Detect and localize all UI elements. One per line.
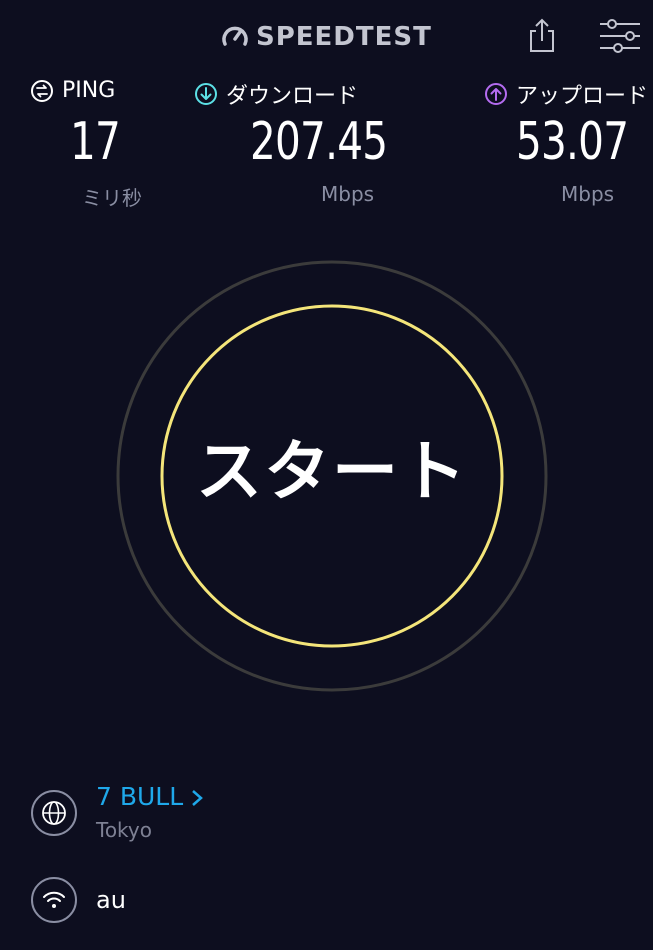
ping-header: PING (30, 78, 190, 103)
download-arrow-icon (195, 83, 217, 105)
start-button[interactable]: スタート (160, 418, 504, 514)
header: SPEEDTEST (0, 0, 653, 72)
ping-label: PING (62, 78, 116, 103)
logo-text: SPEEDTEST (256, 22, 432, 52)
download-metric: ダウンロード 207.45 Mbps (194, 78, 394, 206)
server-selector[interactable]: 7 BULL Tokyo (30, 782, 630, 846)
provider-info: au (30, 876, 630, 926)
globe-icon (31, 790, 77, 836)
ping-unit: ミリ秒 (82, 186, 142, 210)
ping-metric: PING 17 ミリ秒 (30, 78, 190, 210)
speedtest-app: SPEEDTEST PING 17 ミリ秒 ダウンロード 207.45 Mbps… (0, 0, 653, 950)
download-header: ダウンロード (194, 78, 394, 110)
settings-sliders-icon (600, 19, 640, 53)
download-unit: Mbps (321, 182, 375, 206)
share-icon (530, 18, 554, 52)
server-city: Tokyo (96, 818, 152, 842)
chevron-right-icon (192, 790, 204, 806)
download-value: 207.45 (250, 112, 388, 172)
provider-name: au (96, 886, 126, 914)
upload-value: 53.07 (516, 112, 629, 172)
upload-label: アップロード (516, 84, 649, 109)
upload-header: アップロード (484, 78, 653, 110)
wifi-icon (31, 877, 77, 923)
upload-metric: アップロード 53.07 Mbps (484, 78, 653, 206)
upload-arrow-icon (485, 83, 507, 105)
ping-value: 17 (70, 112, 121, 172)
settings-button[interactable] (598, 19, 642, 53)
speedtest-logo: SPEEDTEST (220, 20, 432, 54)
download-label: ダウンロード (226, 84, 359, 109)
share-button[interactable] (526, 17, 558, 53)
ping-icon (31, 79, 53, 102)
upload-unit: Mbps (561, 182, 615, 206)
speedometer-icon (222, 26, 248, 46)
server-name[interactable]: 7 BULL (96, 782, 204, 811)
